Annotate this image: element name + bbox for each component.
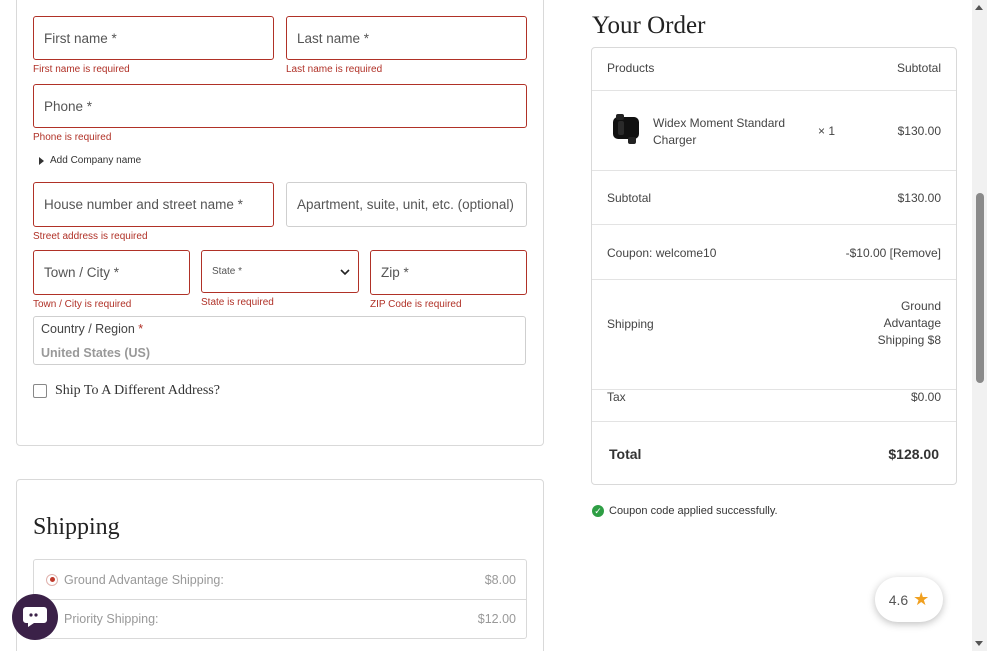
products-column-header: Products: [607, 61, 655, 75]
first-name-field[interactable]: First name *: [33, 16, 274, 60]
town-error: Town / City is required: [33, 299, 132, 310]
add-company-toggle[interactable]: Add Company name: [39, 155, 141, 166]
zip-error: ZIP Code is required: [370, 299, 462, 310]
ship-different-label: Ship To A Different Address?: [55, 383, 220, 398]
total-label: Total: [609, 446, 642, 462]
shipping-option-label: Ground Advantage Shipping:: [64, 572, 224, 587]
subtotal-label: Subtotal: [607, 191, 652, 205]
shipping-option-priority[interactable]: Priority Shipping: $12.00: [34, 599, 526, 638]
star-icon: ★: [913, 589, 930, 609]
caret-right-icon: [39, 156, 44, 165]
last-name-placeholder: Last name *: [297, 30, 370, 46]
zip-field[interactable]: Zip *: [370, 250, 527, 295]
shipping-option-price: $8.00: [484, 572, 516, 587]
shipping-option-label: Priority Shipping:: [64, 612, 159, 626]
state-error: State is required: [201, 297, 274, 308]
total-value: $128.00: [888, 446, 939, 462]
shipping-option-ground[interactable]: Ground Advantage Shipping: $8.00: [34, 560, 526, 599]
tax-value: $0.00: [910, 390, 941, 404]
rating-badge[interactable]: 4.6 ★: [875, 577, 943, 622]
shipping-value-line: Advantage: [883, 316, 941, 330]
product-name-line: Charger: [653, 133, 697, 147]
shipping-row: Shipping Ground Advantage Shipping $8: [592, 279, 956, 389]
apartment-field[interactable]: Apartment, suite, unit, etc. (optional): [286, 182, 527, 227]
tax-label: Tax: [607, 390, 626, 404]
chevron-down-icon: [340, 265, 350, 279]
phone-field[interactable]: Phone *: [33, 84, 527, 128]
shipping-value: Ground Advantage Shipping $8: [878, 298, 941, 349]
subtotal-value: $130.00: [897, 191, 941, 205]
town-city-field[interactable]: Town / City *: [33, 250, 190, 295]
coupon-discount: -$10.00: [845, 246, 887, 260]
scroll-up-arrow-icon[interactable]: [975, 5, 983, 10]
apartment-placeholder: Apartment, suite, unit, etc. (optional): [297, 197, 514, 212]
order-summary-table: Products Subtotal Widex Moment Standard …: [591, 47, 957, 485]
remove-coupon-link[interactable]: [Remove]: [890, 246, 941, 260]
order-heading: Your Order: [592, 12, 706, 39]
country-region-field[interactable]: Country / Region * United States (US): [33, 316, 526, 365]
coupon-row: Coupon: welcome10 -$10.00 [Remove]: [592, 224, 956, 279]
scroll-down-arrow-icon[interactable]: [975, 641, 983, 646]
product-image: [608, 111, 644, 147]
state-select[interactable]: State *: [201, 250, 359, 293]
shipping-label: Shipping: [607, 317, 654, 331]
tax-row: Tax $0.00: [592, 389, 956, 421]
page-scrollbar[interactable]: [972, 0, 987, 651]
street-placeholder: House number and street name *: [44, 197, 243, 212]
street-address-field[interactable]: House number and street name *: [33, 182, 274, 227]
state-placeholder: State *: [212, 266, 243, 277]
shipping-heading: Shipping: [33, 514, 120, 540]
street-error: Street address is required: [33, 231, 148, 242]
total-row: Total $128.00: [592, 421, 956, 485]
first-name-error: First name is required: [33, 64, 130, 75]
country-value: United States (US): [41, 346, 151, 360]
coupon-success-message: ✓ Coupon code applied successfully.: [592, 505, 778, 517]
country-label: Country / Region *: [41, 322, 143, 336]
product-price: $130.00: [897, 124, 941, 138]
phone-placeholder: Phone *: [44, 98, 93, 114]
town-placeholder: Town / City *: [44, 265, 120, 280]
product-name-line: Widex Moment Standard: [653, 116, 786, 130]
chat-bubble-icon: [23, 607, 47, 627]
rating-value: 4.6: [888, 591, 909, 608]
chat-button[interactable]: [12, 594, 58, 640]
country-label-text: Country / Region: [41, 322, 135, 336]
shipping-value-line: Shipping $8: [877, 333, 941, 347]
product-quantity: × 1: [818, 124, 836, 138]
order-item-row: Widex Moment Standard Charger × 1 $130.0…: [592, 90, 956, 170]
shipping-option-price: $12.00: [477, 612, 516, 626]
required-marker: *: [138, 322, 144, 336]
coupon-label: Coupon: welcome10: [607, 246, 717, 260]
last-name-field[interactable]: Last name *: [286, 16, 527, 60]
subtotal-row: Subtotal $130.00: [592, 170, 956, 224]
add-company-label: Add Company name: [50, 155, 142, 166]
last-name-error: Last name is required: [286, 64, 383, 75]
first-name-placeholder: First name *: [44, 30, 117, 46]
radio-selected-icon[interactable]: [46, 573, 58, 586]
zip-placeholder: Zip *: [381, 265, 409, 280]
product-name[interactable]: Widex Moment Standard Charger: [653, 115, 785, 149]
shipping-value-line: Ground: [900, 299, 941, 313]
check-circle-icon: ✓: [592, 505, 604, 517]
subtotal-column-header: Subtotal: [896, 61, 941, 75]
coupon-message-text: Coupon code applied successfully.: [609, 505, 778, 517]
ship-different-checkbox[interactable]: [33, 384, 47, 398]
ship-different-address[interactable]: Ship To A Different Address?: [33, 383, 220, 399]
order-header-row: Products Subtotal: [592, 48, 956, 90]
scrollbar-thumb[interactable]: [976, 193, 984, 383]
shipping-options: Ground Advantage Shipping: $8.00 Priorit…: [33, 559, 527, 639]
phone-error: Phone is required: [33, 132, 112, 143]
